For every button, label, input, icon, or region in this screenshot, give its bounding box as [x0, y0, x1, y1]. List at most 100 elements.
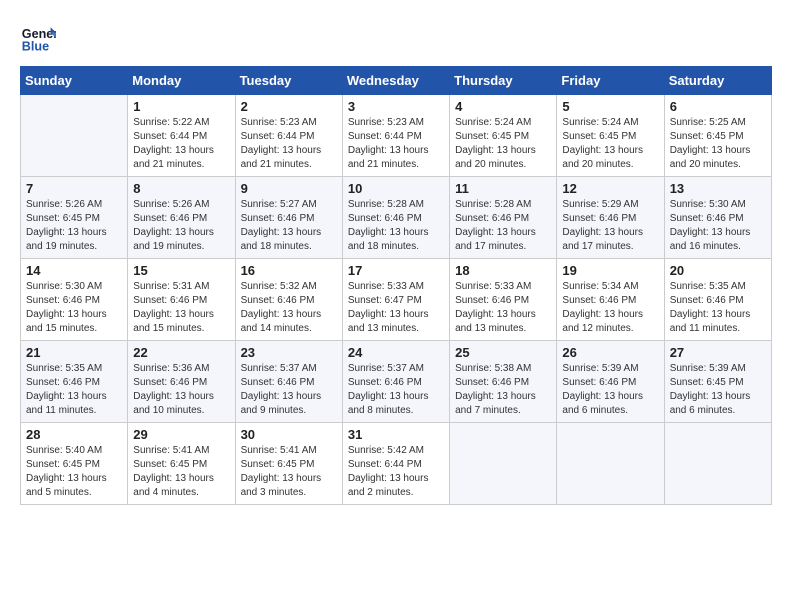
- day-cell: 29 Sunrise: 5:41 AM Sunset: 6:45 PM Dayli…: [128, 423, 235, 505]
- day-cell: 18 Sunrise: 5:33 AM Sunset: 6:46 PM Dayli…: [450, 259, 557, 341]
- day-number: 5: [562, 99, 658, 114]
- week-row-3: 14 Sunrise: 5:30 AM Sunset: 6:46 PM Dayli…: [21, 259, 772, 341]
- day-number: 21: [26, 345, 122, 360]
- day-number: 26: [562, 345, 658, 360]
- day-number: 12: [562, 181, 658, 196]
- day-info: Sunrise: 5:30 AM Sunset: 6:46 PM Dayligh…: [26, 280, 122, 336]
- col-wednesday: Wednesday: [342, 67, 449, 95]
- day-info: Sunrise: 5:37 AM Sunset: 6:46 PM Dayligh…: [241, 362, 337, 418]
- day-cell: 9Sunrise: 5:27 AM Sunset: 6:46 PM Daylig…: [235, 177, 342, 259]
- day-info: Sunrise: 5:41 AM Sunset: 6:45 PM Dayligh…: [133, 444, 229, 500]
- day-info: Sunrise: 5:39 AM Sunset: 6:46 PM Dayligh…: [562, 362, 658, 418]
- day-cell: 3Sunrise: 5:23 AM Sunset: 6:44 PM Daylig…: [342, 95, 449, 177]
- day-cell: 7Sunrise: 5:26 AM Sunset: 6:45 PM Daylig…: [21, 177, 128, 259]
- day-number: 17: [348, 263, 444, 278]
- day-cell: 12 Sunrise: 5:29 AM Sunset: 6:46 PM Dayli…: [557, 177, 664, 259]
- day-info: Sunrise: 5:36 AM Sunset: 6:46 PM Dayligh…: [133, 362, 229, 418]
- day-number: 24: [348, 345, 444, 360]
- day-number: 29: [133, 427, 229, 442]
- day-number: 15: [133, 263, 229, 278]
- day-number: 16: [241, 263, 337, 278]
- day-number: 9: [241, 181, 337, 196]
- day-info: Sunrise: 5:39 AM Sunset: 6:45 PM Dayligh…: [670, 362, 766, 418]
- day-number: 2: [241, 99, 337, 114]
- day-info: Sunrise: 5:38 AM Sunset: 6:46 PM Dayligh…: [455, 362, 551, 418]
- col-tuesday: Tuesday: [235, 67, 342, 95]
- day-cell: 16 Sunrise: 5:32 AM Sunset: 6:46 PM Dayli…: [235, 259, 342, 341]
- calendar-table: SundayMondayTuesdayWednesdayThursdayFrid…: [20, 66, 772, 505]
- calendar-header: SundayMondayTuesdayWednesdayThursdayFrid…: [21, 67, 772, 95]
- day-info: Sunrise: 5:29 AM Sunset: 6:46 PM Dayligh…: [562, 198, 658, 254]
- day-cell: 31 Sunrise: 5:42 AM Sunset: 6:44 PM Dayli…: [342, 423, 449, 505]
- day-number: 3: [348, 99, 444, 114]
- day-cell: 24 Sunrise: 5:37 AM Sunset: 6:46 PM Dayli…: [342, 341, 449, 423]
- page-header: General Blue: [20, 20, 772, 56]
- day-number: 28: [26, 427, 122, 442]
- day-cell: 10 Sunrise: 5:28 AM Sunset: 6:46 PM Dayli…: [342, 177, 449, 259]
- day-cell: 5Sunrise: 5:24 AM Sunset: 6:45 PM Daylig…: [557, 95, 664, 177]
- col-saturday: Saturday: [664, 67, 771, 95]
- day-info: Sunrise: 5:37 AM Sunset: 6:46 PM Dayligh…: [348, 362, 444, 418]
- day-info: Sunrise: 5:22 AM Sunset: 6:44 PM Dayligh…: [133, 116, 229, 172]
- day-cell: 28 Sunrise: 5:40 AM Sunset: 6:45 PM Dayli…: [21, 423, 128, 505]
- header-row: SundayMondayTuesdayWednesdayThursdayFrid…: [21, 67, 772, 95]
- week-row-5: 28 Sunrise: 5:40 AM Sunset: 6:45 PM Dayli…: [21, 423, 772, 505]
- week-row-1: 1 Sunrise: 5:22 AM Sunset: 6:44 PM Daylig…: [21, 95, 772, 177]
- day-cell: 11 Sunrise: 5:28 AM Sunset: 6:46 PM Dayli…: [450, 177, 557, 259]
- day-cell: 2Sunrise: 5:23 AM Sunset: 6:44 PM Daylig…: [235, 95, 342, 177]
- day-cell: 23Sunrise: 5:37 AM Sunset: 6:46 PM Dayli…: [235, 341, 342, 423]
- day-number: 30: [241, 427, 337, 442]
- day-number: 22: [133, 345, 229, 360]
- logo-icon: General Blue: [20, 20, 56, 56]
- day-number: 14: [26, 263, 122, 278]
- day-cell: 30 Sunrise: 5:41 AM Sunset: 6:45 PM Dayli…: [235, 423, 342, 505]
- day-cell: 21 Sunrise: 5:35 AM Sunset: 6:46 PM Dayli…: [21, 341, 128, 423]
- day-cell: 6Sunrise: 5:25 AM Sunset: 6:45 PM Daylig…: [664, 95, 771, 177]
- day-info: Sunrise: 5:26 AM Sunset: 6:45 PM Dayligh…: [26, 198, 122, 254]
- day-number: 11: [455, 181, 551, 196]
- day-info: Sunrise: 5:40 AM Sunset: 6:45 PM Dayligh…: [26, 444, 122, 500]
- day-info: Sunrise: 5:32 AM Sunset: 6:46 PM Dayligh…: [241, 280, 337, 336]
- day-cell: 14 Sunrise: 5:30 AM Sunset: 6:46 PM Dayli…: [21, 259, 128, 341]
- day-number: 8: [133, 181, 229, 196]
- day-cell: [21, 95, 128, 177]
- day-cell: 19 Sunrise: 5:34 AM Sunset: 6:46 PM Dayli…: [557, 259, 664, 341]
- col-monday: Monday: [128, 67, 235, 95]
- day-info: Sunrise: 5:28 AM Sunset: 6:46 PM Dayligh…: [348, 198, 444, 254]
- day-number: 31: [348, 427, 444, 442]
- day-number: 6: [670, 99, 766, 114]
- day-cell: 1 Sunrise: 5:22 AM Sunset: 6:44 PM Daylig…: [128, 95, 235, 177]
- day-cell: 25Sunrise: 5:38 AM Sunset: 6:46 PM Dayli…: [450, 341, 557, 423]
- day-cell: [664, 423, 771, 505]
- day-info: Sunrise: 5:28 AM Sunset: 6:46 PM Dayligh…: [455, 198, 551, 254]
- day-info: Sunrise: 5:42 AM Sunset: 6:44 PM Dayligh…: [348, 444, 444, 500]
- day-cell: 17Sunrise: 5:33 AM Sunset: 6:47 PM Dayli…: [342, 259, 449, 341]
- day-number: 20: [670, 263, 766, 278]
- day-info: Sunrise: 5:41 AM Sunset: 6:45 PM Dayligh…: [241, 444, 337, 500]
- day-number: 27: [670, 345, 766, 360]
- day-cell: 15 Sunrise: 5:31 AM Sunset: 6:46 PM Dayli…: [128, 259, 235, 341]
- day-cell: 8 Sunrise: 5:26 AM Sunset: 6:46 PM Daylig…: [128, 177, 235, 259]
- day-info: Sunrise: 5:35 AM Sunset: 6:46 PM Dayligh…: [670, 280, 766, 336]
- day-cell: 4Sunrise: 5:24 AM Sunset: 6:45 PM Daylig…: [450, 95, 557, 177]
- week-row-2: 7Sunrise: 5:26 AM Sunset: 6:45 PM Daylig…: [21, 177, 772, 259]
- day-info: Sunrise: 5:30 AM Sunset: 6:46 PM Dayligh…: [670, 198, 766, 254]
- day-number: 4: [455, 99, 551, 114]
- day-info: Sunrise: 5:33 AM Sunset: 6:46 PM Dayligh…: [455, 280, 551, 336]
- day-info: Sunrise: 5:31 AM Sunset: 6:46 PM Dayligh…: [133, 280, 229, 336]
- day-cell: 27 Sunrise: 5:39 AM Sunset: 6:45 PM Dayli…: [664, 341, 771, 423]
- day-info: Sunrise: 5:34 AM Sunset: 6:46 PM Dayligh…: [562, 280, 658, 336]
- col-friday: Friday: [557, 67, 664, 95]
- col-thursday: Thursday: [450, 67, 557, 95]
- week-row-4: 21 Sunrise: 5:35 AM Sunset: 6:46 PM Dayli…: [21, 341, 772, 423]
- day-number: 10: [348, 181, 444, 196]
- day-info: Sunrise: 5:35 AM Sunset: 6:46 PM Dayligh…: [26, 362, 122, 418]
- day-info: Sunrise: 5:26 AM Sunset: 6:46 PM Dayligh…: [133, 198, 229, 254]
- day-number: 1: [133, 99, 229, 114]
- day-cell: 22 Sunrise: 5:36 AM Sunset: 6:46 PM Dayli…: [128, 341, 235, 423]
- day-cell: [557, 423, 664, 505]
- day-number: 19: [562, 263, 658, 278]
- day-cell: [450, 423, 557, 505]
- day-number: 18: [455, 263, 551, 278]
- day-cell: 13Sunrise: 5:30 AM Sunset: 6:46 PM Dayli…: [664, 177, 771, 259]
